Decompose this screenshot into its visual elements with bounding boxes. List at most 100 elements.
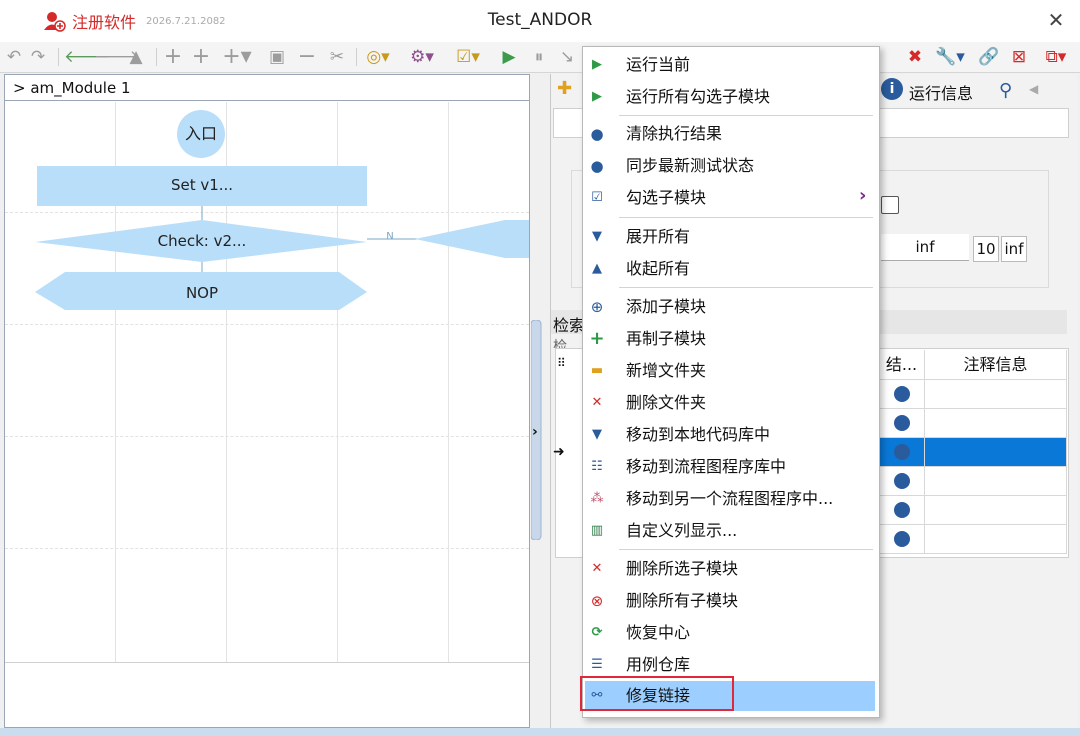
add-child-icon[interactable]: + xyxy=(190,45,212,69)
option-checkbox[interactable] xyxy=(881,196,899,214)
search-label: 检索 xyxy=(553,316,586,335)
comment-cell-selected[interactable] xyxy=(925,438,1067,467)
gear-dropdown-icon[interactable]: ⚙▾ xyxy=(406,45,438,69)
table-menu-icon[interactable]: ⠿ xyxy=(557,356,566,370)
set-label: Set v1... xyxy=(170,176,234,194)
remove-icon[interactable]: − xyxy=(296,45,318,69)
redo-icon[interactable]: ↷ xyxy=(28,45,48,69)
comment-cell[interactable] xyxy=(925,525,1067,554)
menu-item-repair-link[interactable]: ⚯ 修复链接 xyxy=(585,681,875,711)
menu-item-delete-folder[interactable]: ✕ 删除文件夹 xyxy=(585,388,875,418)
flowchart-icon: ☷ xyxy=(591,459,603,474)
comment-cell[interactable] xyxy=(925,409,1067,438)
table-row[interactable] xyxy=(879,525,925,554)
version-text: 2026.7.21.2082 xyxy=(146,15,226,27)
table-row-selected[interactable] xyxy=(879,438,925,467)
undo-icon[interactable]: ↶ xyxy=(4,45,24,69)
comment-cell[interactable] xyxy=(925,380,1067,409)
dot-icon: ● xyxy=(590,125,604,143)
module-breadcrumb[interactable]: > am_Module 1 xyxy=(5,75,529,101)
plus-icon: + xyxy=(589,328,605,349)
branch-node[interactable] xyxy=(415,220,529,258)
triangle-up-toolbar-icon[interactable]: ▲ xyxy=(124,45,148,69)
menu-item-move-to-other-flowchart[interactable]: ⁂ 移动到另一个流程图程序中... xyxy=(585,484,875,514)
register-label: 注册软件 xyxy=(72,13,137,32)
triangle-down-icon: ▼ xyxy=(592,427,602,442)
context-menu: ▶ 运行当前 ▶ 运行所有勾选子模块 ● 清除执行结果 ● 同步最新测试状态 ☑ 勾选子模… xyxy=(582,46,880,718)
database-icon: ☰ xyxy=(591,657,603,672)
menu-item-case-repository[interactable]: ☰ 用例仓库 xyxy=(585,650,875,680)
table-row[interactable] xyxy=(879,409,925,438)
menu-item-run-all-checked[interactable]: ▶ 运行所有勾选子模块 xyxy=(585,82,875,112)
plus-circle-icon: ⊕ xyxy=(590,298,604,316)
export-dropdown-icon[interactable]: ⧉▾ xyxy=(1038,45,1074,69)
copy-icon[interactable]: ▣ xyxy=(266,45,288,69)
flowchart-canvas[interactable]: 入口 Set v1... Check: v2... N NOP xyxy=(5,102,529,662)
submenu-arrow-icon: › xyxy=(859,185,867,206)
column-header-result[interactable]: 结... xyxy=(879,350,925,380)
comment-cell[interactable] xyxy=(925,467,1067,496)
entry-label: 入口 xyxy=(184,124,217,143)
link-icon: ⚯ xyxy=(591,688,603,703)
table-row[interactable] xyxy=(879,380,925,409)
menu-item-move-to-local-library[interactable]: ▼ 移动到本地代码库中 xyxy=(585,420,875,450)
menu-item-move-to-flowchart-library[interactable]: ☷ 移动到流程图程序库中 xyxy=(585,452,875,482)
menu-item-collapse-all[interactable]: ▲ 收起所有 xyxy=(585,254,875,284)
refresh-icon: ⟳ xyxy=(591,625,603,640)
column-header-comment[interactable]: 注释信息 xyxy=(925,350,1067,380)
menu-item-check-submodules[interactable]: ☑ 勾选子模块 › xyxy=(585,183,875,213)
table-row[interactable] xyxy=(879,496,925,525)
collapse-arrow-icon[interactable]: › xyxy=(532,424,538,440)
status-dot xyxy=(894,386,910,402)
menu-item-add-submodule[interactable]: ⊕ 添加子模块 xyxy=(585,292,875,322)
status-dot xyxy=(894,502,910,518)
puzzle-icon[interactable]: ✚ xyxy=(557,78,579,100)
max-value-field[interactable]: inf xyxy=(881,234,969,261)
x-icon: ✕ xyxy=(591,561,603,576)
count-field[interactable]: 10 xyxy=(973,236,999,262)
step-icon[interactable]: ↘ xyxy=(556,45,578,69)
menu-item-delete-all-submodules[interactable]: ⊗ 删除所有子模块 xyxy=(585,586,875,616)
target-dropdown-icon[interactable]: ◎▾ xyxy=(362,45,394,69)
close-icon[interactable]: ✕ xyxy=(1044,8,1068,32)
menu-item-expand-all[interactable]: ▼ 展开所有 xyxy=(585,222,875,252)
arrow-left-icon[interactable]: 🡐 xyxy=(64,45,110,69)
add-dropdown-icon[interactable]: +▾ xyxy=(220,45,254,69)
status-dot xyxy=(894,444,910,460)
menu-item-run-current[interactable]: ▶ 运行当前 xyxy=(585,50,875,80)
arrow-right-icon[interactable]: 🡒 xyxy=(94,45,140,69)
play-icon: ▶ xyxy=(592,57,602,72)
menu-item-recovery-center[interactable]: ⟳ 恢复中心 xyxy=(585,618,875,648)
menu-item-delete-selected-submodules[interactable]: ✕ 删除所选子模块 xyxy=(585,554,875,584)
search-icon[interactable]: ⚲ xyxy=(999,80,1012,101)
checklist-dropdown-icon[interactable]: ☑▾ xyxy=(450,45,486,69)
link-toolbar-icon[interactable]: 🔗 xyxy=(978,45,1000,69)
cut-icon[interactable]: ✂ xyxy=(326,45,348,69)
status-bar xyxy=(0,728,1080,736)
delete-window-icon[interactable]: ⊠ xyxy=(1008,45,1030,69)
menu-item-sync-status[interactable]: ● 同步最新测试状态 xyxy=(585,151,875,181)
menu-item-clear-results[interactable]: ● 清除执行结果 xyxy=(585,119,875,149)
comment-cell[interactable] xyxy=(925,496,1067,525)
inf-button[interactable]: inf xyxy=(1001,236,1027,262)
run-icon[interactable]: ▶ xyxy=(498,45,520,69)
network-icon: ⁂ xyxy=(590,491,604,506)
stop-icon[interactable]: ✖ xyxy=(904,45,926,69)
wrench-dropdown-icon[interactable]: 🔧▾ xyxy=(930,45,970,69)
pause-icon[interactable]: ⏸ xyxy=(528,45,550,69)
menu-item-customize-columns[interactable]: ▥ 自定义列显示... xyxy=(585,516,875,546)
tab-scroll-left-icon[interactable]: ◀ xyxy=(1029,82,1038,96)
check-label: Check: v2... xyxy=(157,232,247,250)
triangle-up-icon: ▲ xyxy=(592,261,602,276)
tab-run-info[interactable]: 运行信息 xyxy=(909,80,973,108)
triangle-down-icon: ▼ xyxy=(592,229,602,244)
register-software-button[interactable]: 注册软件 2026.7.21.2082 xyxy=(44,8,226,34)
table-row[interactable] xyxy=(879,467,925,496)
status-dot xyxy=(894,415,910,431)
x-circle-icon: ⊗ xyxy=(590,592,604,610)
menu-item-new-folder[interactable]: ▬ 新增文件夹 xyxy=(585,356,875,386)
nop-label: NOP xyxy=(185,284,219,302)
checkbox-icon: ☑ xyxy=(591,190,603,205)
add-icon[interactable]: + xyxy=(162,45,184,69)
menu-item-duplicate-submodule[interactable]: + 再制子模块 xyxy=(585,324,875,354)
